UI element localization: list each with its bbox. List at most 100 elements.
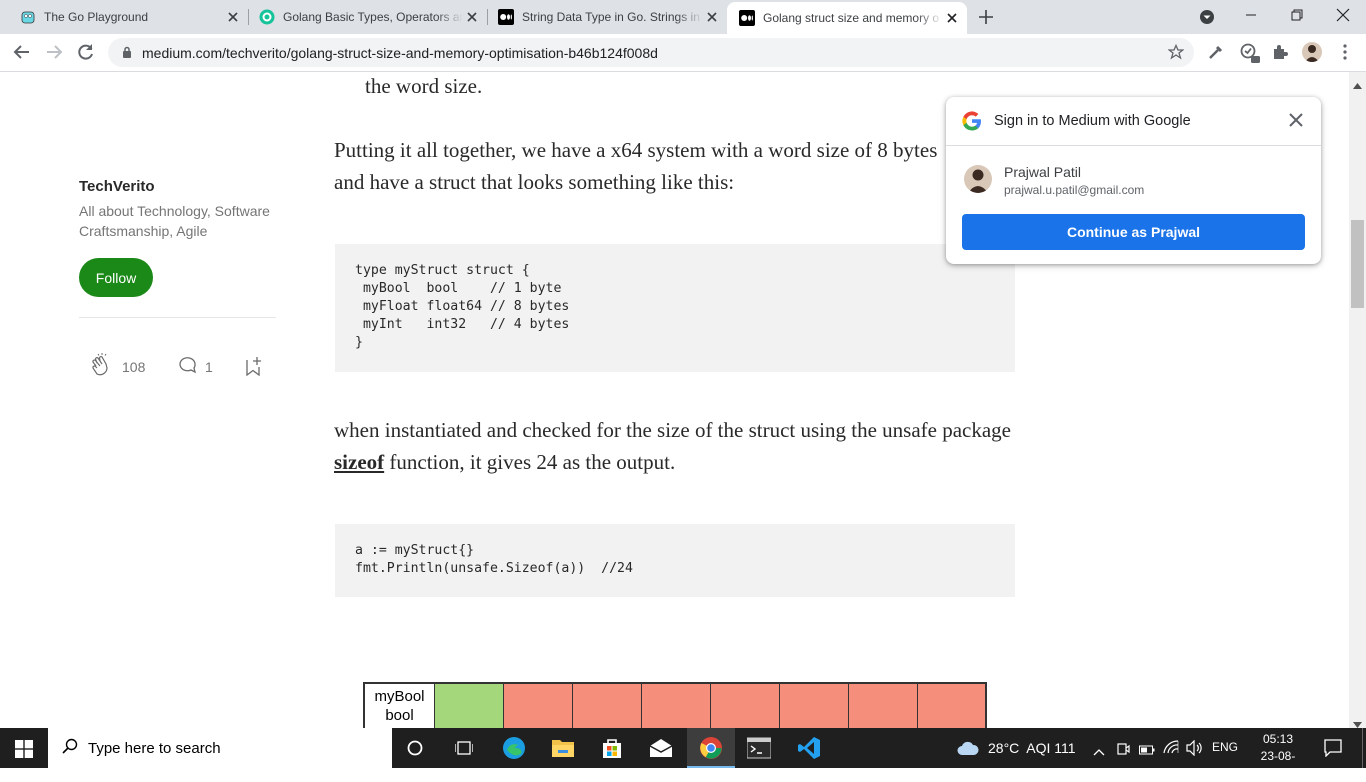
tab-title: The Go Playground: [44, 10, 149, 24]
page-scrollbar[interactable]: [1349, 72, 1366, 728]
restore-icon[interactable]: [1290, 8, 1304, 22]
windows-taskbar: Type here to search 28°C AQI 111 ENG 05:…: [0, 728, 1366, 780]
go-gopher-icon: [21, 11, 35, 24]
tab-search-icon[interactable]: [1199, 9, 1215, 25]
clap-icon[interactable]: [89, 353, 115, 384]
code-block-struct: type myStruct struct { myBool bool // 1 …: [335, 244, 1015, 372]
show-desktop-button[interactable]: [1362, 728, 1363, 768]
battery-icon[interactable]: [1139, 742, 1155, 760]
diagram-byte-cell-padding: [849, 684, 918, 728]
input-language[interactable]: ENG: [1212, 740, 1238, 754]
account-name: Prajwal Patil: [1004, 164, 1082, 180]
terminal-icon[interactable]: [746, 737, 772, 764]
lock-icon: [122, 45, 132, 61]
diagram-byte-cell-padding: [711, 684, 780, 728]
memory-layout-diagram: myBool bool: [363, 682, 987, 728]
chrome-menu-icon[interactable]: [1343, 44, 1347, 65]
continue-as-button[interactable]: Continue as Prajwal: [962, 214, 1305, 250]
back-icon[interactable]: [13, 44, 31, 65]
tab-string-data-type[interactable]: String Data Type in Go. Strings in: [478, 0, 727, 34]
diagram-byte-cell-padding: [780, 684, 849, 728]
diagram-byte-cell-padding: [918, 684, 985, 728]
article-text-fragment: the word size.: [365, 74, 483, 98]
popup-divider: [946, 145, 1321, 146]
file-explorer-icon[interactable]: [551, 737, 575, 764]
window-close-icon[interactable]: [1336, 8, 1350, 22]
code-block-sizeof: a := myStruct{} fmt.Println(unsafe.Sizeo…: [335, 524, 1015, 597]
tab-go-playground[interactable]: The Go Playground: [0, 0, 248, 34]
extensions-puzzle-icon[interactable]: [1272, 44, 1288, 65]
popup-title: Sign in to Medium with Google: [994, 113, 1191, 129]
response-count: 1: [205, 359, 213, 375]
paragraph-text: when instantiated and checked for the si…: [334, 418, 1011, 442]
bookmark-star-icon[interactable]: [1167, 43, 1185, 63]
tab-close-icon[interactable]: [943, 9, 961, 27]
tab-title: Golang Basic Types, Operators an: [283, 10, 463, 24]
diagram-byte-cell-used: [435, 684, 504, 728]
medium-icon: [739, 10, 755, 26]
paragraph-text: function, it gives 24 as the output.: [384, 450, 676, 474]
clock-date: 23-08-2021: [1260, 749, 1296, 780]
chrome-icon: [700, 737, 722, 759]
sizeof-link[interactable]: sizeof: [334, 450, 384, 474]
diagram-label-line: bool: [385, 707, 414, 724]
diagram-byte-cell-padding: [504, 684, 573, 728]
extension-status-icon[interactable]: [1240, 43, 1262, 70]
vscode-icon[interactable]: [797, 736, 821, 765]
tab-title: Golang struct size and memory o: [763, 11, 940, 25]
account-email: prajwal.u.patil@gmail.com: [1004, 183, 1145, 197]
tab-golang-struct-size[interactable]: Golang struct size and memory o: [727, 2, 967, 34]
task-view-icon[interactable]: [454, 740, 474, 761]
response-icon[interactable]: [178, 356, 198, 379]
tab-close-icon[interactable]: [703, 8, 721, 26]
publication-name[interactable]: TechVerito: [79, 178, 155, 195]
follow-button[interactable]: Follow: [79, 258, 153, 297]
chrome-taskbar-button[interactable]: [687, 728, 735, 768]
notification-icon[interactable]: [1324, 739, 1342, 762]
url-text: medium.com/techverito/golang-struct-size…: [142, 44, 658, 61]
profile-avatar[interactable]: [1302, 42, 1322, 62]
tab-golang-basic-types[interactable]: Golang Basic Types, Operators an: [239, 0, 487, 34]
grammarly-icon: [259, 9, 275, 25]
reload-icon[interactable]: [77, 43, 95, 66]
sidebar-divider: [79, 317, 276, 318]
diagram-label-line: myBool: [374, 688, 425, 705]
eyedropper-extension-icon[interactable]: [1208, 44, 1224, 65]
weather-cloud-icon[interactable]: [957, 740, 979, 761]
scrollbar-thumb[interactable]: [1351, 220, 1364, 308]
new-tab-icon[interactable]: [976, 7, 996, 27]
diagram-label-cell: myBool bool: [365, 684, 435, 728]
store-icon[interactable]: [600, 736, 624, 765]
diagram-byte-cell-padding: [642, 684, 711, 728]
taskbar-search-box[interactable]: Type here to search: [48, 728, 392, 768]
weather-text[interactable]: 28°C AQI 111: [988, 740, 1076, 756]
bookmark-add-icon[interactable]: [245, 356, 263, 381]
diagram-byte-cell-padding: [573, 684, 642, 728]
clock[interactable]: 05:13 23-08-2021: [1250, 731, 1306, 782]
edge-icon[interactable]: [502, 736, 526, 765]
windows-start-icon[interactable]: [15, 740, 33, 763]
clap-count: 108: [122, 359, 146, 375]
scroll-up-icon[interactable]: [1353, 76, 1362, 94]
mail-icon[interactable]: [649, 738, 673, 763]
address-bar[interactable]: medium.com/techverito/golang-struct-size…: [108, 38, 1194, 67]
wifi-icon[interactable]: [1163, 740, 1179, 759]
tab-title: String Data Type in Go. Strings in: [522, 10, 700, 24]
article-paragraph: Putting it all together, we have a x64 s…: [334, 138, 938, 194]
minimize-icon[interactable]: [1244, 8, 1258, 22]
google-sign-in-popup: Sign in to Medium with Google Prajwal Pa…: [946, 97, 1321, 264]
medium-icon: [498, 9, 514, 25]
meet-now-icon[interactable]: [1116, 740, 1130, 761]
google-logo-icon: [962, 111, 982, 136]
popup-close-icon[interactable]: [1288, 112, 1304, 133]
publication-description: All about Technology, Software Craftsman…: [79, 203, 270, 239]
search-icon: [62, 738, 78, 759]
account-avatar: [964, 165, 992, 193]
search-placeholder: Type here to search: [88, 739, 221, 757]
article-paragraph-sizeof: when instantiated and checked for the si…: [334, 414, 1014, 478]
forward-icon[interactable]: [45, 44, 63, 65]
cortana-icon[interactable]: [407, 740, 423, 761]
clock-time: 05:13: [1262, 732, 1294, 746]
tray-chevron-up-icon[interactable]: [1093, 743, 1105, 761]
volume-icon[interactable]: [1186, 739, 1204, 761]
